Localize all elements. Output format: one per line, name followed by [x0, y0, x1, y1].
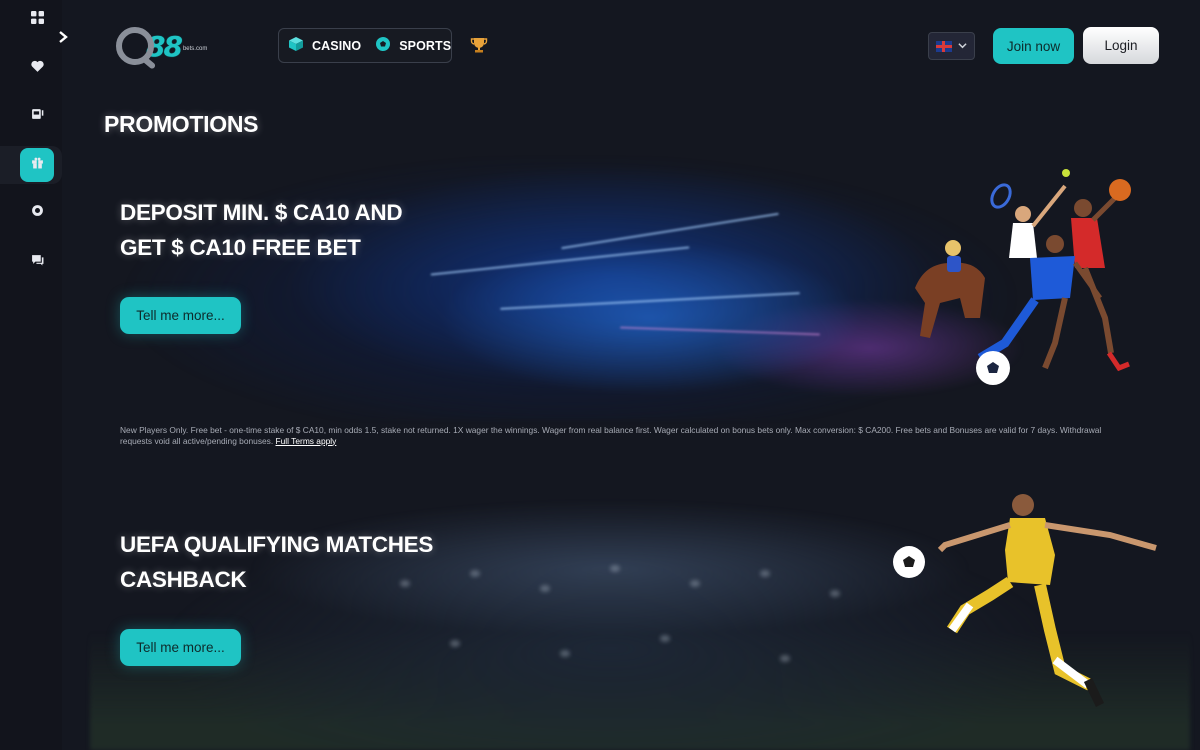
slot-machine-icon [31, 107, 44, 125]
promo-deposit-terms-text: New Players Only. Free bet - one-time st… [120, 425, 1102, 446]
promo-uefa-headline-line2: CASHBACK [120, 567, 247, 592]
join-now-button[interactable]: Join now [993, 28, 1074, 64]
sidebar-item-chat[interactable] [20, 245, 54, 279]
stadium-light [610, 565, 620, 572]
promo-uefa-headline-line1: UEFA QUALIFYING MATCHES [120, 532, 434, 557]
stadium-light [660, 635, 670, 642]
stadium-light [690, 580, 700, 587]
cog-icon [31, 204, 44, 222]
stadium-light [780, 655, 790, 662]
chevron-down-icon [958, 37, 967, 55]
chat-icon [31, 253, 44, 271]
grid-icon [30, 11, 44, 29]
sidebar-item-favorites[interactable] [20, 52, 54, 86]
sidebar-item-settings[interactable] [20, 196, 54, 230]
sidebar-item-dashboard[interactable] [20, 3, 54, 37]
nav-sports-label: SPORTS [399, 38, 452, 53]
promo-deposit-cta-button[interactable]: Tell me more... [120, 297, 241, 334]
soccer-ball-icon [375, 36, 399, 55]
logo-q-mark [116, 27, 154, 65]
promo-deposit-headline-line2: GET $ CA10 FREE BET [120, 235, 361, 260]
stadium-light [760, 570, 770, 577]
full-terms-link[interactable]: Full Terms apply [276, 436, 337, 446]
chevron-right-icon [56, 31, 70, 48]
trophy-icon [470, 38, 488, 58]
promo-uefa-cta-button[interactable]: Tell me more... [120, 629, 241, 666]
nav-sports[interactable]: SPORTS [375, 36, 451, 55]
main-nav: CASINO SPORTS [278, 28, 452, 63]
promo-deposit-headline-line1: DEPOSIT MIN. $ CA10 AND [120, 200, 403, 225]
soccer-player-illustration [893, 494, 1157, 707]
promo-deposit-terms: New Players Only. Free bet - one-time st… [120, 425, 1120, 446]
stadium-light [830, 590, 840, 597]
athletes-illustration [915, 169, 1131, 385]
sidebar-expand-button[interactable] [56, 30, 72, 46]
promo-deposit-headline: DEPOSIT MIN. $ CA10 AND GET $ CA10 FREE … [120, 195, 403, 265]
stadium-light [450, 640, 460, 647]
gift-icon [31, 156, 44, 174]
language-selector[interactable] [928, 32, 975, 60]
heart-icon [30, 60, 44, 78]
sidebar-item-promotions[interactable] [20, 148, 54, 182]
uk-flag-icon [936, 40, 952, 52]
cube-icon [288, 36, 312, 55]
sidebar [0, 0, 68, 750]
page-title: PROMOTIONS [104, 111, 259, 137]
site-logo[interactable]: 88 bets.com [116, 24, 226, 68]
logo-suffix: bets.com [182, 46, 208, 52]
stadium-light [540, 585, 550, 592]
nav-casino[interactable]: CASINO [288, 36, 361, 55]
sidebar-item-casino[interactable] [20, 99, 54, 133]
stadium-light [470, 570, 480, 577]
stadium-light [560, 650, 570, 657]
trophy-button[interactable] [470, 36, 488, 54]
promo-uefa-headline: UEFA QUALIFYING MATCHES CASHBACK [120, 527, 433, 597]
login-button[interactable]: Login [1083, 27, 1159, 64]
nav-casino-label: CASINO [312, 38, 362, 53]
